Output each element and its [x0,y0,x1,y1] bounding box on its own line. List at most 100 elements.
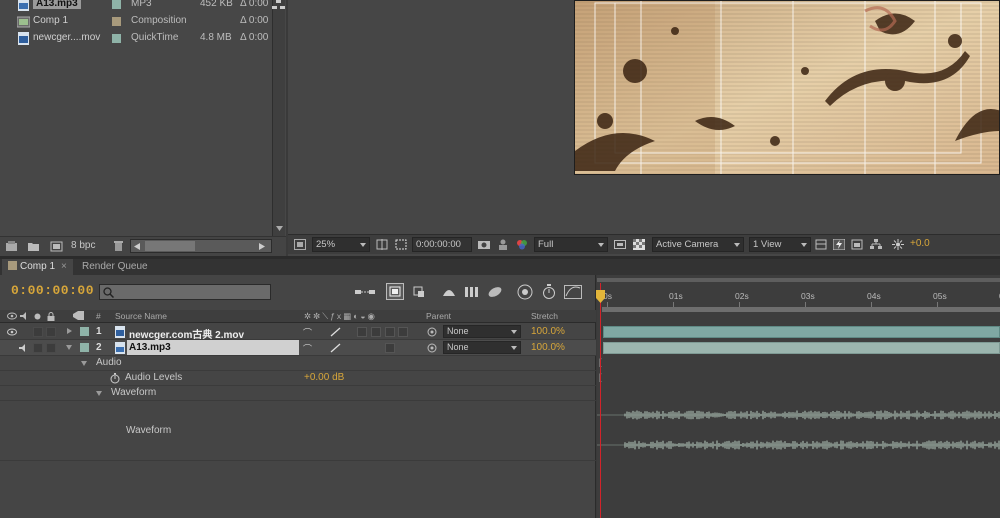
trash-icon[interactable] [112,240,125,252]
always-preview-icon[interactable] [294,239,306,250]
new-folder-icon[interactable] [27,240,40,252]
comp-mini-flowchart-icon[interactable] [355,286,375,298]
transparency-grid-icon[interactable] [633,239,645,250]
lock-icon[interactable] [47,312,55,321]
label-tag-icon[interactable] [73,311,85,321]
pick-whip-icon[interactable] [427,343,437,353]
timeline-current-time[interactable]: 0:00:00:00 [11,283,94,298]
playhead-line[interactable] [600,283,601,518]
time-ruler[interactable]: 0s01s02s03s04s05s06 [597,283,1000,310]
resolution-dropdown[interactable]: Full [534,237,608,252]
audio-speaker-icon[interactable] [20,312,30,320]
twirl-down-icon[interactable] [81,361,87,366]
fast-previews-icon[interactable] [614,239,626,250]
close-icon[interactable]: × [61,261,67,272]
column-source-name[interactable]: Source Name [115,311,167,321]
solo-switch[interactable] [33,343,43,353]
new-composition-icon[interactable] [50,240,63,252]
shy-switch-icon[interactable]: ⌒ [303,326,312,339]
scroll-thumb[interactable] [145,241,195,251]
project-hscrollbar[interactable] [130,239,272,253]
stretch-value[interactable]: 100.0% [531,326,565,337]
layer-row-1[interactable]: 1 newcger.com古典 2.mov ⌒ None 100.0% [0,324,596,341]
layer-1-duration-bar[interactable] [603,326,1000,338]
label-swatch[interactable] [112,0,121,9]
exposure-value[interactable]: +0.0 [910,238,930,249]
twirl-down-icon[interactable] [66,345,72,350]
property-group-waveform[interactable]: Waveform [0,386,596,401]
pick-whip-icon[interactable] [427,327,437,337]
layer-name[interactable]: newcger.com古典 2.mov [129,326,244,341]
graph-editor-icon[interactable] [564,285,582,299]
work-area-bar[interactable] [602,307,1000,312]
solo-switch[interactable] [33,327,43,337]
effect-switch[interactable] [357,327,367,337]
twirl-right-icon[interactable] [67,328,72,334]
time-navigator-bar[interactable] [597,278,1000,282]
layer-label-color[interactable] [80,327,89,336]
channel-icon[interactable] [516,239,528,250]
scroll-left-icon[interactable] [134,243,140,250]
stopwatch-icon[interactable] [110,373,120,384]
bit-depth-button[interactable]: 8 bpc [71,240,95,251]
audio-levels-value[interactable]: +0.00 dB [304,372,344,383]
hide-shy-layers-icon[interactable] [441,286,457,298]
property-audio-levels[interactable]: Audio Levels +0.00 dB [0,371,596,386]
parent-dropdown[interactable]: None [443,341,521,354]
project-item-comp1[interactable]: Comp 1 Composition Δ 0:00 [0,13,272,30]
playhead-handle-icon[interactable] [596,290,605,303]
parent-dropdown[interactable]: None [443,325,521,338]
auto-keyframe-icon[interactable] [541,284,557,300]
project-item-newcger[interactable]: newcger....mov QuickTime 4.8 MB Δ 0:00 [0,30,272,47]
live-update-icon[interactable] [386,283,404,300]
layer-2-duration-bar[interactable] [603,342,1000,354]
motion-blur-switch[interactable] [385,327,395,337]
frame-blend-switch[interactable] [371,327,381,337]
snapshot-icon[interactable] [478,239,490,250]
view-layout-dropdown[interactable]: 1 View [749,237,811,252]
project-scrollbar[interactable] [272,0,285,236]
toggle-pixel-aspect-icon[interactable] [815,239,827,250]
flowchart-icon[interactable] [272,0,285,10]
flowchart-view-icon[interactable] [870,239,882,250]
composition-viewer-frame[interactable] [574,0,1000,175]
timeline-search-input[interactable] [99,284,271,300]
audio-speaker-icon[interactable] [19,344,29,352]
lock-switch[interactable] [46,327,56,337]
tab-comp1[interactable]: Comp 1 × [2,259,73,275]
magnification-dropdown[interactable]: 25% [312,237,370,252]
scroll-right-icon[interactable] [259,243,265,250]
video-eye-icon[interactable] [7,312,17,320]
region-of-interest-icon[interactable] [395,239,407,250]
shy-switch-icon[interactable]: ⌒ [303,342,312,355]
layer-row-2[interactable]: 2 A13.mp3 ⌒ None 100.0% [0,340,596,356]
label-swatch[interactable] [112,17,121,26]
draft-3d-icon[interactable] [410,285,426,299]
tab-render-queue[interactable]: Render Queue [76,259,154,275]
twirl-down-icon[interactable] [96,391,102,396]
lock-switch[interactable] [46,343,56,353]
quality-switch-icon[interactable] [330,343,341,353]
motion-blur-switch[interactable] [385,343,395,353]
3d-layer-switch[interactable] [398,327,408,337]
label-swatch[interactable] [112,34,121,43]
project-item-a13[interactable]: A13.mp3 MP3 452 KB Δ 0:00 [0,0,272,13]
reset-exposure-icon[interactable] [892,239,904,250]
stretch-value[interactable]: 100.0% [531,342,565,353]
safe-margins-icon[interactable] [376,239,388,250]
show-snapshot-icon[interactable] [497,239,509,250]
fast-preview-lightning-icon[interactable] [833,239,845,250]
layer-name[interactable]: A13.mp3 [129,342,171,353]
motion-blur-icon[interactable] [487,285,503,299]
property-group-audio[interactable]: Audio [0,356,596,371]
quality-switch-icon[interactable] [330,327,341,337]
frame-blending-icon[interactable] [464,285,480,299]
solo-icon[interactable] [34,313,41,320]
brainstorm-icon[interactable] [516,284,534,300]
layer-label-color[interactable] [80,343,89,352]
current-time-field[interactable]: 0:00:00:00 [412,237,472,252]
scroll-down-icon[interactable] [276,226,283,232]
timeline-icon[interactable] [851,239,863,250]
interpret-footage-icon[interactable] [5,240,18,252]
camera-view-dropdown[interactable]: Active Camera [652,237,744,252]
